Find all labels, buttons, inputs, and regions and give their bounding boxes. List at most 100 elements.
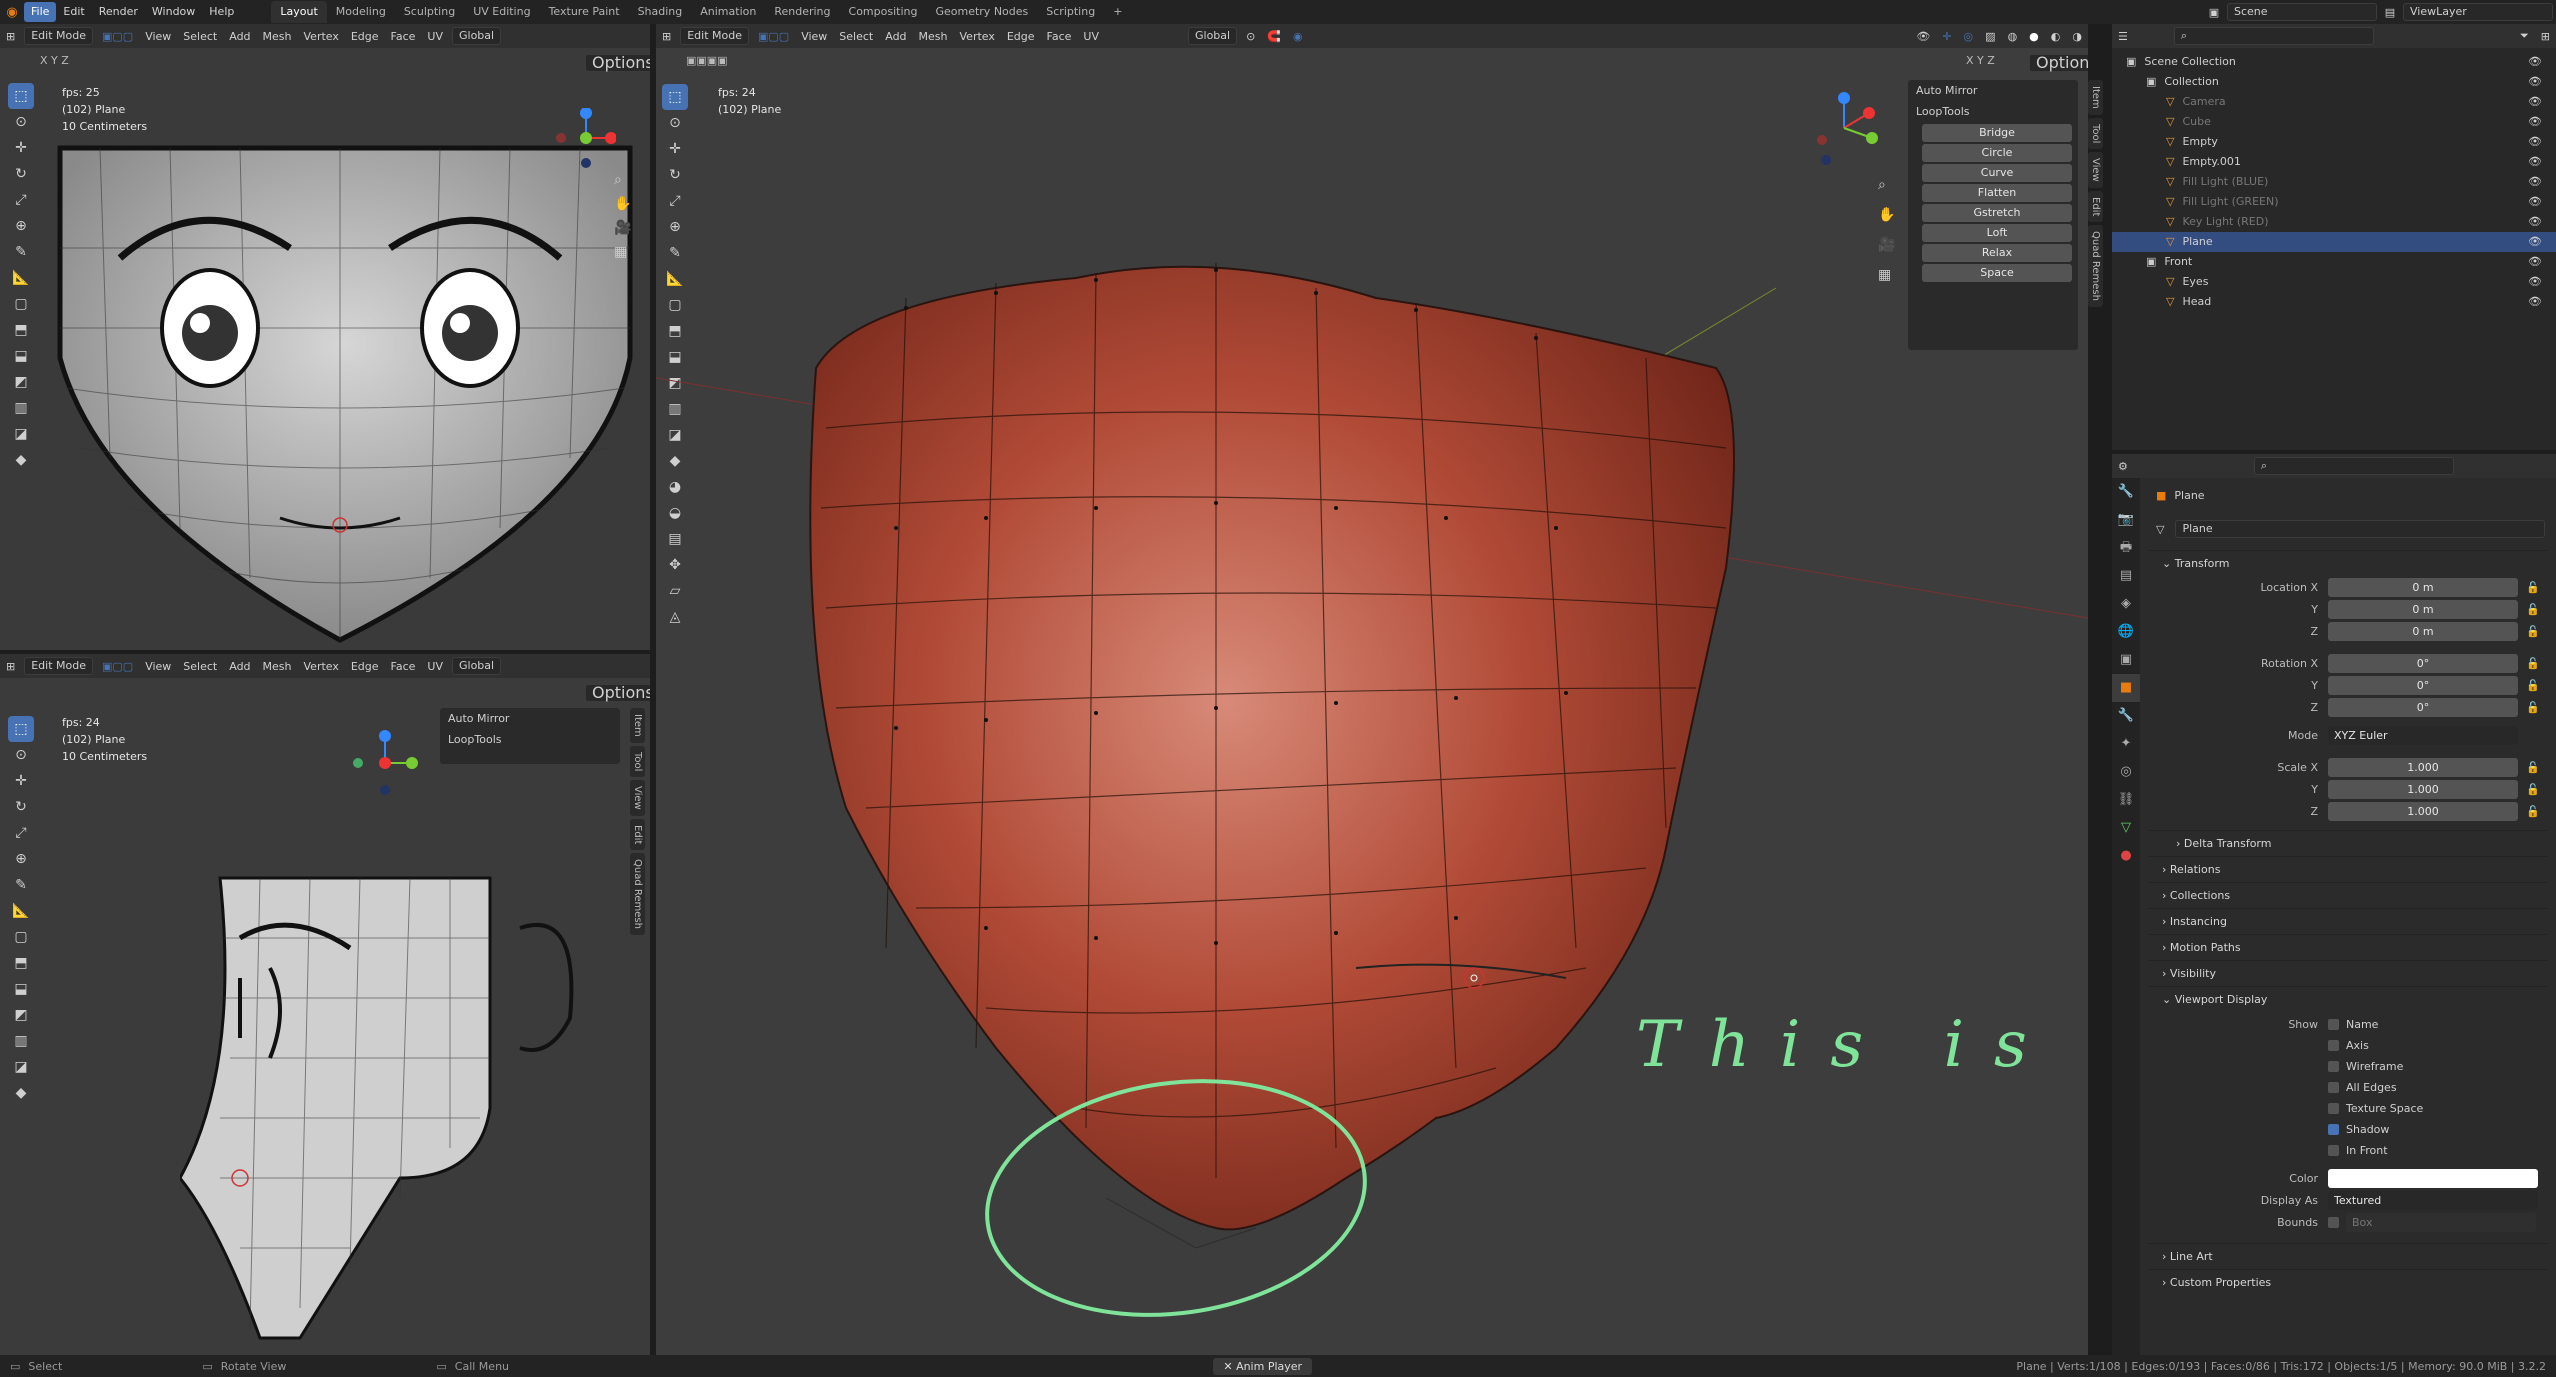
visibility-eye-icon[interactable]: 👁	[2528, 292, 2542, 312]
transform-tool[interactable]: ⊕	[8, 213, 34, 239]
bounds-checkbox[interactable]	[2328, 1216, 2339, 1228]
scale-z-field[interactable]: 1.000	[2328, 801, 2518, 821]
outliner-row[interactable]: ▣ Scene Collection 👁	[2112, 52, 2556, 72]
visibility-eye-icon[interactable]: 👁	[2528, 92, 2542, 112]
extrude-tool[interactable]: ⬒	[8, 317, 34, 343]
looptools-loft-button[interactable]: Loft	[1922, 224, 2072, 242]
properties-section[interactable]: › Visibility	[2148, 960, 2548, 986]
side-tab-tool[interactable]: Tool	[630, 745, 645, 778]
lock-icon[interactable]: 🔓	[2526, 805, 2540, 818]
visibility-eye-icon[interactable]: 👁	[2528, 232, 2542, 252]
add-cube-tool[interactable]: ▢	[8, 924, 34, 950]
visibility-eye-icon[interactable]: 👁	[2528, 72, 2542, 92]
outliner-row[interactable]: ▽ Camera 👁	[2112, 92, 2556, 112]
menu-view[interactable]: View	[139, 30, 177, 43]
constraints-tab-icon[interactable]: ⛓	[2112, 786, 2140, 814]
tab-modeling[interactable]: Modeling	[327, 1, 395, 23]
tl-nav-gizmo[interactable]	[556, 107, 617, 168]
show-checkbox[interactable]	[2328, 1124, 2339, 1135]
poly-build-tool[interactable]: ◆	[8, 447, 34, 473]
transform-section[interactable]: ⌄ Transform	[2148, 550, 2548, 576]
mode-selector[interactable]: Edit Mode	[24, 27, 93, 45]
data-name-field[interactable]: Plane	[2175, 520, 2545, 538]
menu-uv[interactable]: UV	[421, 660, 449, 673]
main-menu-face[interactable]: Face	[1041, 30, 1078, 43]
bl-options-button[interactable]: Options	[585, 684, 650, 702]
annotate-tool[interactable]: ✎	[8, 872, 34, 898]
display-as-select[interactable]: Textured	[2328, 1190, 2538, 1210]
side-tab-tool[interactable]: Tool	[2088, 117, 2103, 150]
show-checkbox[interactable]	[2328, 1145, 2339, 1156]
physics-tab-icon[interactable]: ◎	[2112, 758, 2140, 786]
rotation-x-field[interactable]: 0°	[2328, 653, 2518, 673]
move-tool[interactable]: ✛	[8, 768, 34, 794]
side-tab-item[interactable]: Item	[2088, 80, 2103, 115]
outliner-row[interactable]: ▽ Key Light (RED) 👁	[2112, 212, 2556, 232]
outliner-row[interactable]: ▽ Fill Light (BLUE) 👁	[2112, 172, 2556, 192]
camera-icon[interactable]: 🎥	[1878, 230, 1895, 260]
cursor-tool[interactable]: ⊙	[8, 742, 34, 768]
show-checkbox[interactable]	[2328, 1082, 2339, 1093]
menu-add[interactable]: Add	[223, 30, 256, 43]
measure-tool[interactable]: 📐	[8, 898, 34, 924]
side-tab-view[interactable]: View	[2088, 152, 2103, 188]
menu-add[interactable]: Add	[223, 660, 256, 673]
bl-nav-gizmo[interactable]	[350, 728, 420, 798]
shading-material-icon[interactable]: ◐	[2045, 30, 2067, 43]
editor-type-icon[interactable]: ⊞	[0, 660, 21, 673]
gizmo-icon[interactable]: ✛	[1936, 30, 1957, 43]
camera-icon[interactable]: 🎥	[614, 216, 631, 240]
modifier-tab-icon[interactable]: 🔧	[2112, 702, 2140, 730]
visibility-eye-icon[interactable]: 👁	[2528, 192, 2542, 212]
main-orientation-selector[interactable]: Global	[1188, 27, 1238, 45]
tab-shading[interactable]: Shading	[629, 1, 692, 23]
looptools-curve-button[interactable]: Curve	[1922, 164, 2072, 182]
collection-tab-icon[interactable]: ▣	[2112, 646, 2140, 674]
properties-section[interactable]: › Collections	[2148, 882, 2548, 908]
rotation-y-field[interactable]: 0°	[2328, 675, 2518, 695]
loop-cut-tool[interactable]: ▥	[8, 395, 34, 421]
tab-texture-paint[interactable]: Texture Paint	[540, 1, 629, 23]
tab-layout[interactable]: Layout	[271, 1, 327, 23]
visibility-eye-icon[interactable]: 👁	[2528, 152, 2542, 172]
pan-hand-icon[interactable]: ✋	[614, 192, 631, 216]
show-checkbox[interactable]	[2328, 1040, 2339, 1051]
lock-icon[interactable]: 🔓	[2526, 761, 2540, 774]
cursor-tool[interactable]: ⊙	[8, 109, 34, 135]
visibility-eye-icon[interactable]: 👁	[2528, 52, 2542, 72]
snap-icon[interactable]: 🧲	[1261, 30, 1287, 43]
tab-animation[interactable]: Animation	[691, 1, 765, 23]
properties-search[interactable]: ⌕	[2253, 457, 2454, 475]
scale-x-field[interactable]: 1.000	[2328, 757, 2518, 777]
viewport-bottom-left[interactable]: Options ⬚ ⊙ ✛ ↻ ⤢ ⊕ ✎ 📐 ▢ ⬒ ⬓ ◩ ▥ ◪ ◆ fp…	[0, 678, 650, 1355]
rotation-mode-select[interactable]: XYZ Euler	[2328, 725, 2518, 745]
menu-edge[interactable]: Edge	[345, 660, 385, 673]
menu-mesh[interactable]: Mesh	[257, 660, 298, 673]
new-collection-icon[interactable]: ⊞	[2535, 30, 2556, 43]
looptools-relax-button[interactable]: Relax	[1922, 244, 2072, 262]
poly-build-tool[interactable]: ◆	[8, 1080, 34, 1106]
auto-mirror-header[interactable]: Auto Mirror	[1908, 80, 2078, 101]
outliner-row[interactable]: ▽ Eyes 👁	[2112, 272, 2556, 292]
xray-icon[interactable]: ▨	[1979, 30, 2001, 43]
menu-window[interactable]: Window	[145, 2, 202, 22]
menu-mesh[interactable]: Mesh	[257, 30, 298, 43]
rotate-tool[interactable]: ↻	[8, 161, 34, 187]
pivot-icon[interactable]: ⊙	[1240, 30, 1261, 43]
menu-view[interactable]: View	[139, 660, 177, 673]
visibility-eye-icon[interactable]: 👁	[2528, 272, 2542, 292]
main-menu-vertex[interactable]: Vertex	[954, 30, 1001, 43]
scale-tool[interactable]: ⤢	[8, 187, 34, 213]
tab-sculpting[interactable]: Sculpting	[395, 1, 464, 23]
lock-icon[interactable]: 🔓	[2526, 581, 2540, 594]
looptools-space-button[interactable]: Space	[1922, 264, 2072, 282]
outliner-row[interactable]: ▣ Collection 👁	[2112, 72, 2556, 92]
outliner-search[interactable]: ⌕	[2173, 27, 2374, 45]
annotate-tool[interactable]: ✎	[8, 239, 34, 265]
rotation-z-field[interactable]: 0°	[2328, 697, 2518, 717]
select-box-tool[interactable]: ⬚	[8, 716, 34, 742]
bounds-select[interactable]: Box	[2346, 1212, 2536, 1232]
looptools-circle-button[interactable]: Circle	[1922, 144, 2072, 162]
tl-axis-y[interactable]: Y	[51, 54, 58, 67]
main-menu-uv[interactable]: UV	[1077, 30, 1105, 43]
